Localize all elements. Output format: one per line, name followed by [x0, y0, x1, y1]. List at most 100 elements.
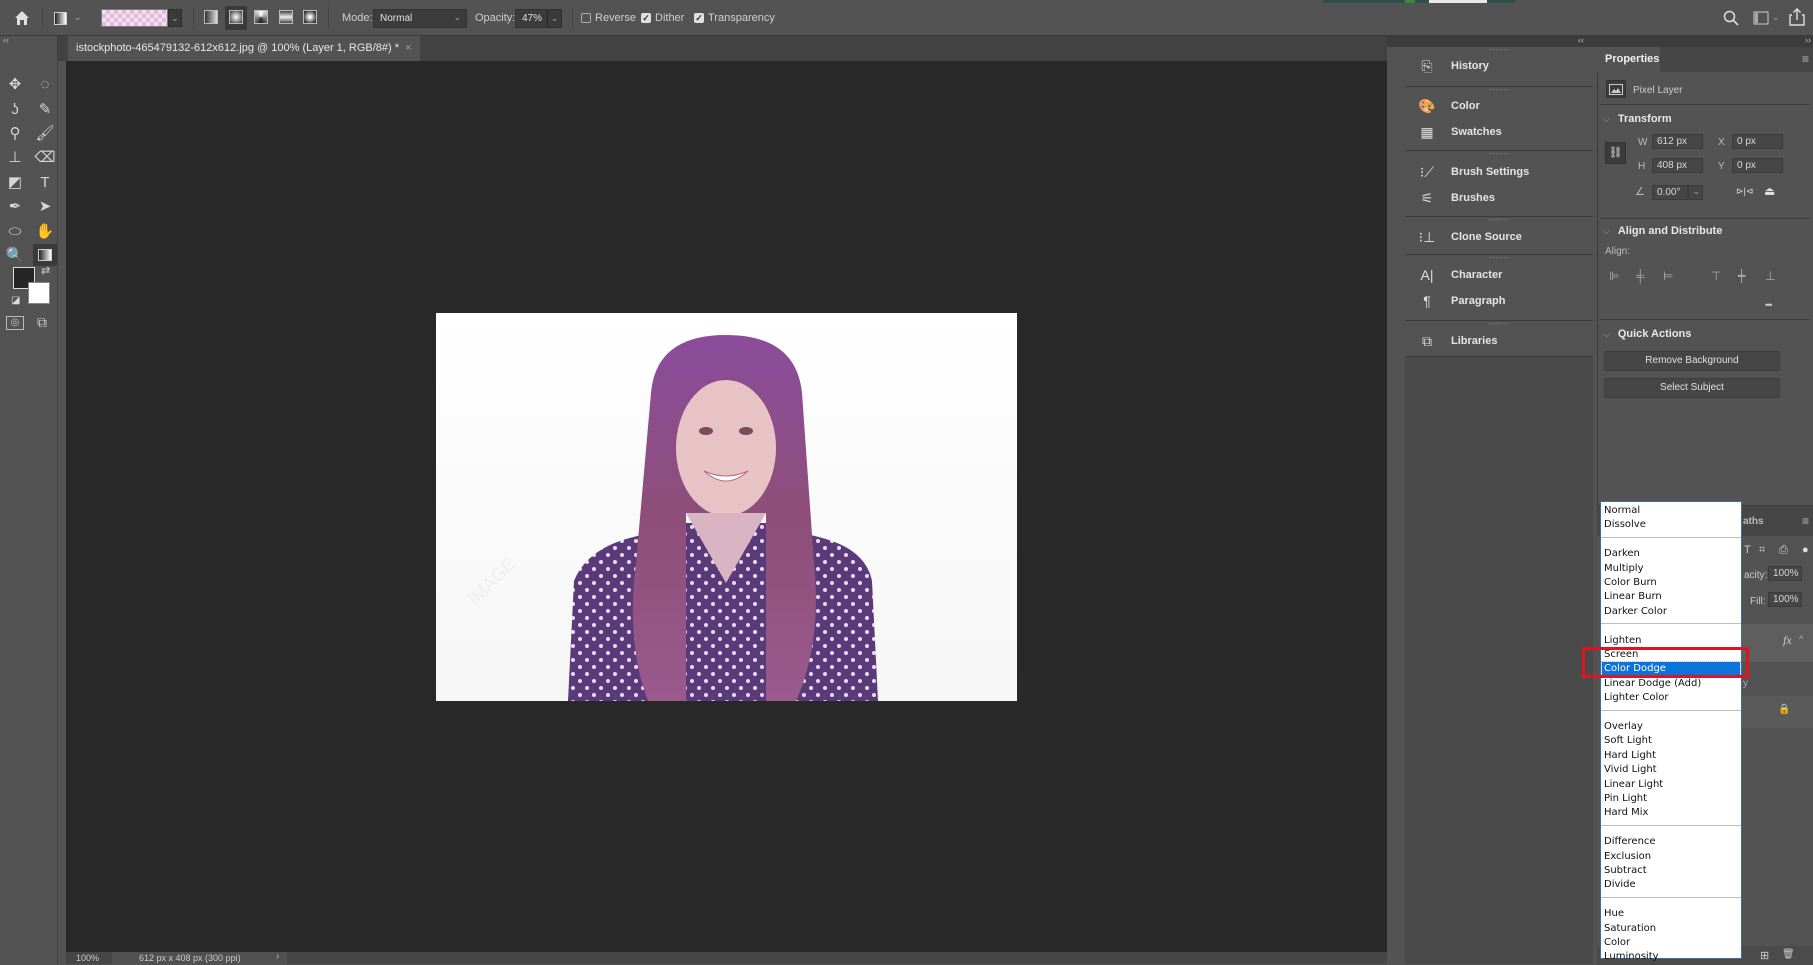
dock-item-libraries[interactable]: ⧉ Libraries — [1405, 330, 1593, 352]
collapse-dock-button[interactable]: ‹‹ — [1578, 35, 1584, 45]
document-image[interactable]: IMAGE — [436, 313, 1017, 701]
chevron-down-icon[interactable]: ⌄ — [1772, 12, 1780, 23]
gradient-preset-picker[interactable] — [101, 9, 168, 27]
delete-layer-icon[interactable]: 🗑 — [1782, 949, 1795, 960]
dock-item-color[interactable]: 🎨 Color — [1405, 95, 1593, 117]
angle-gradient-button[interactable] — [254, 10, 268, 24]
dock-item-paragraph[interactable]: ¶ Paragraph — [1405, 290, 1593, 312]
opacity-dropdown[interactable]: ⌄ — [547, 9, 562, 28]
blend-mode-option-saturation[interactable]: Saturation — [1602, 922, 1740, 936]
align-section-header[interactable]: ⌵ Align and Distribute — [1603, 225, 1722, 237]
panel-menu-icon[interactable]: ≡ — [1802, 514, 1809, 528]
angle-dropdown[interactable]: ⌄ — [1688, 185, 1703, 200]
blend-mode-option-linear-burn[interactable]: Linear Burn — [1602, 590, 1740, 604]
blend-mode-option-luminosity[interactable]: Luminosity — [1602, 950, 1740, 964]
align-bottom-edges-icon[interactable]: ⊥ — [1765, 269, 1775, 283]
reverse-checkbox[interactable] — [581, 13, 591, 23]
move-tool-icon[interactable]: ✥ — [3, 73, 27, 95]
pen-tool-icon[interactable]: ✒ — [3, 195, 27, 217]
link-dimensions-icon[interactable]: ⛓ — [1605, 142, 1626, 164]
workspace-icon[interactable] — [1752, 10, 1770, 26]
blend-mode-option-hue[interactable]: Hue — [1602, 907, 1740, 921]
filter-smart-object-icon[interactable]: ⎙ — [1779, 544, 1788, 557]
x-input[interactable]: 0 px — [1732, 134, 1783, 149]
dock-item-swatches[interactable]: ▦ Swatches — [1405, 121, 1593, 143]
tab-paths[interactable]: aths — [1743, 516, 1764, 527]
gradient-picker-dropdown[interactable]: ⌄ — [168, 9, 182, 27]
blend-mode-option-difference[interactable]: Difference — [1602, 835, 1740, 849]
align-right-edges-icon[interactable]: ⊨ — [1663, 269, 1673, 283]
y-input[interactable]: 0 px — [1732, 158, 1783, 173]
background-color-swatch[interactable] — [28, 282, 50, 304]
quick-selection-tool-icon[interactable]: ✎ — [33, 98, 57, 120]
blend-mode-option-darken[interactable]: Darken — [1602, 547, 1740, 561]
select-subject-button[interactable]: Select Subject — [1604, 378, 1780, 398]
home-icon[interactable] — [12, 8, 32, 28]
toolbar-collapse-button[interactable]: ‹‹ — [3, 35, 9, 45]
hand-tool-icon[interactable]: ✋ — [33, 220, 57, 242]
zoom-level[interactable]: 100% — [76, 953, 99, 963]
mode-select[interactable]: Normal ⌄ — [373, 9, 467, 28]
expand-dock-button[interactable]: ›› — [1805, 35, 1811, 45]
blend-mode-option-multiply[interactable]: Multiply — [1602, 562, 1740, 576]
blend-mode-option-subtract[interactable]: Subtract — [1602, 864, 1740, 878]
fx-icon[interactable]: fx — [1783, 633, 1792, 648]
blend-mode-option-overlay[interactable]: Overlay — [1602, 720, 1740, 734]
brush-tool-icon[interactable]: 🖌 — [33, 122, 57, 144]
gradient-tool-icon[interactable] — [52, 10, 68, 26]
align-horizontal-centers-icon[interactable]: ╪ — [1636, 269, 1645, 283]
blend-mode-option-linear-dodge-add[interactable]: Linear Dodge (Add) — [1602, 677, 1740, 691]
blend-mode-option-dissolve[interactable]: Dissolve — [1602, 518, 1740, 532]
blend-mode-option-lighter-color[interactable]: Lighter Color — [1602, 691, 1740, 705]
reflected-gradient-button[interactable] — [279, 10, 293, 24]
eyedropper-tool-icon[interactable]: ⚲ — [3, 122, 27, 144]
status-menu-arrow[interactable]: › — [276, 951, 279, 962]
blend-mode-option-hard-light[interactable]: Hard Light — [1602, 749, 1740, 763]
blend-mode-option-linear-light[interactable]: Linear Light — [1602, 778, 1740, 792]
dock-item-character[interactable]: A| Character — [1405, 264, 1593, 286]
blend-mode-option-color-burn[interactable]: Color Burn — [1602, 576, 1740, 590]
height-input[interactable]: 408 px — [1652, 158, 1703, 173]
gradient-tool-icon[interactable] — [33, 244, 57, 266]
radial-gradient-button[interactable] — [229, 10, 243, 24]
blend-mode-option-vivid-light[interactable]: Vivid Light — [1602, 763, 1740, 777]
linear-gradient-button[interactable] — [204, 10, 218, 24]
dock-item-clone-source[interactable]: ⁝⊥ Clone Source — [1405, 226, 1593, 248]
filter-shape-icon[interactable]: ⌗ — [1759, 544, 1765, 557]
align-top-edges-icon[interactable]: ⊤ — [1711, 269, 1721, 283]
blend-mode-option-color[interactable]: Color — [1602, 936, 1740, 950]
blend-mode-option-darker-color[interactable]: Darker Color — [1602, 605, 1740, 619]
flip-vertical-icon[interactable]: ⏏ — [1764, 184, 1775, 198]
tool-preset-chevron-icon[interactable]: ⌄ — [74, 12, 82, 23]
remove-background-button[interactable]: Remove Background — [1604, 351, 1780, 371]
blend-mode-option-pin-light[interactable]: Pin Light — [1602, 792, 1740, 806]
zoom-tool-icon[interactable]: 🔍 — [3, 244, 27, 266]
screen-mode-icon[interactable]: ⧉ — [37, 314, 47, 331]
transparency-checkbox[interactable]: ✓ — [694, 13, 704, 23]
eraser-tool-icon[interactable]: ⌫ — [33, 146, 57, 168]
panel-menu-icon[interactable]: ≡ — [1802, 52, 1809, 66]
more-options-icon[interactable]: ••• — [1765, 300, 1773, 310]
close-icon[interactable]: × — [405, 42, 411, 54]
document-info[interactable]: 612 px x 408 px (300 ppi) — [112, 952, 287, 964]
layer-opacity-input[interactable]: 100% — [1768, 566, 1802, 581]
filter-type-icon[interactable]: T — [1744, 544, 1751, 556]
document-tab[interactable]: istockphoto-465479132-612x612.jpg @ 100%… — [68, 36, 420, 61]
dock-item-brush-settings[interactable]: ⁝⟋ Brush Settings — [1405, 161, 1593, 183]
swap-colors-icon[interactable]: ⇄ — [41, 264, 50, 277]
tab-properties[interactable]: Properties — [1597, 47, 1660, 72]
quick-mask-icon[interactable]: ◎ — [6, 316, 24, 330]
blend-mode-option-normal[interactable]: Normal — [1602, 504, 1740, 518]
elliptical-marquee-tool-icon[interactable]: ◌ — [33, 73, 57, 95]
blend-mode-option-divide[interactable]: Divide — [1602, 878, 1740, 892]
default-colors-icon[interactable]: ◪ — [11, 295, 20, 306]
filter-toggle-icon[interactable]: ● — [1802, 544, 1809, 556]
blend-mode-option-lighten[interactable]: Lighten — [1602, 634, 1740, 648]
transform-section-header[interactable]: ⌵ Transform — [1603, 113, 1672, 125]
opacity-input[interactable]: 47% — [515, 9, 547, 28]
dock-item-history[interactable]: ⎘ History — [1405, 55, 1593, 77]
lasso-tool-icon[interactable]: ʖ — [3, 98, 27, 120]
width-input[interactable]: 612 px — [1652, 134, 1703, 149]
lock-icon[interactable]: 🔒 — [1778, 704, 1790, 715]
dither-checkbox[interactable]: ✓ — [641, 13, 651, 23]
